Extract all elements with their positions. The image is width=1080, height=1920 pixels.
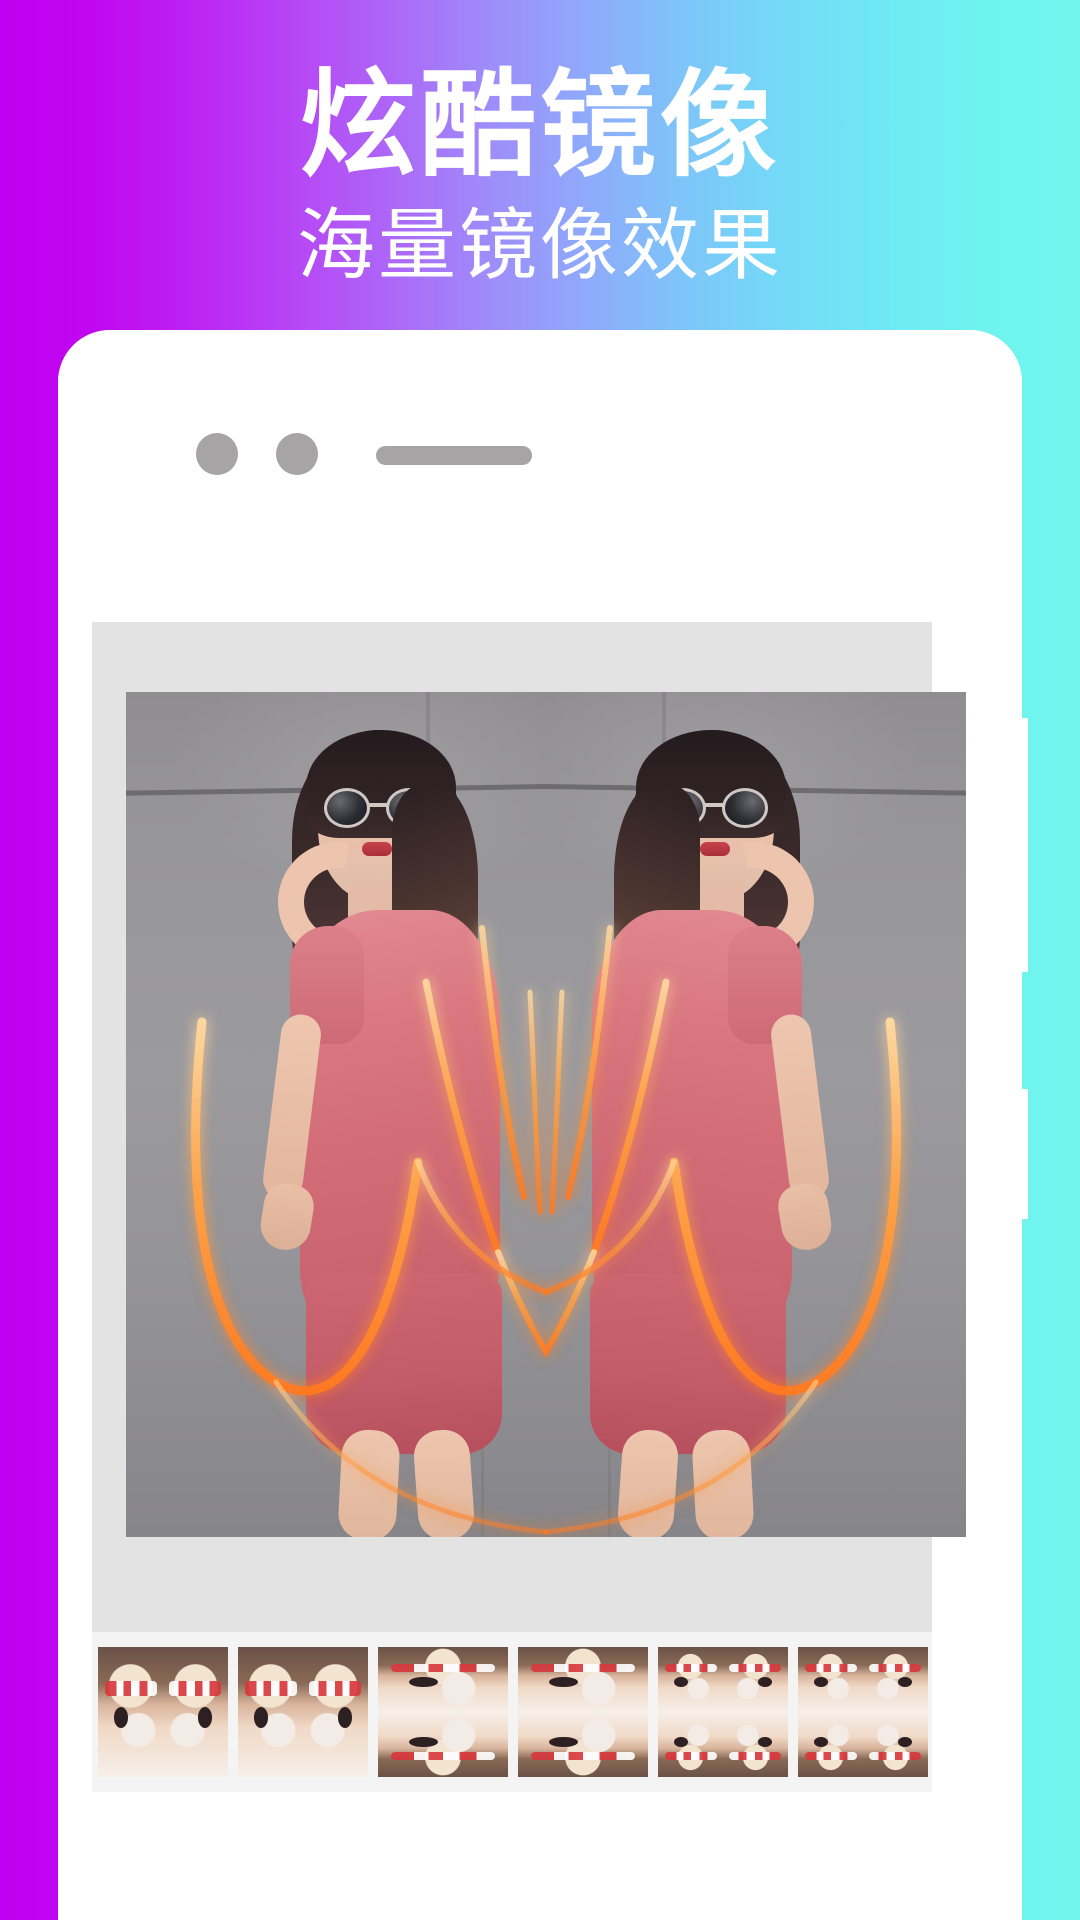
person-figure <box>546 714 848 1537</box>
phone-top-bezel <box>58 330 1022 622</box>
lens-left <box>324 788 370 828</box>
lens-left <box>722 788 768 828</box>
mirror-preset-3[interactable] <box>378 1647 508 1777</box>
promo-header: 炫酷镜像 海量镜像效果 <box>0 0 1080 330</box>
mirror-preset-strip[interactable] <box>92 1632 932 1792</box>
camera-dot-icon <box>196 433 238 475</box>
page-title: 炫酷镜像 <box>300 60 780 190</box>
leg <box>691 1428 755 1537</box>
mirror-preset-2[interactable] <box>238 1647 368 1777</box>
mirrored-photo[interactable] <box>126 692 966 1537</box>
earpiece-speaker-icon <box>376 446 532 465</box>
dress-skirt <box>590 1274 786 1454</box>
editor-screen: T 文本 镜像 3D 形状 <box>58 622 1022 1920</box>
mirror-preset-6[interactable] <box>798 1647 928 1777</box>
photo-half-original <box>126 692 546 1537</box>
leg <box>616 1428 680 1537</box>
leg <box>412 1428 476 1537</box>
photo-half-mirrored <box>546 692 966 1537</box>
photo-scene <box>546 692 966 1537</box>
mirror-preset-5[interactable] <box>658 1647 788 1777</box>
leg <box>337 1428 401 1537</box>
mirror-preset-1[interactable] <box>98 1647 228 1777</box>
photo-scene <box>126 692 546 1537</box>
phone-mockup: T 文本 镜像 3D 形状 <box>58 330 1022 1920</box>
mirror-preset-4[interactable] <box>518 1647 648 1777</box>
page-subtitle: 海量镜像效果 <box>296 201 783 289</box>
sensor-dot-icon <box>276 433 318 475</box>
mirror-preview-canvas[interactable] <box>92 622 966 1632</box>
person-figure <box>244 714 546 1537</box>
dress-skirt <box>306 1274 502 1454</box>
